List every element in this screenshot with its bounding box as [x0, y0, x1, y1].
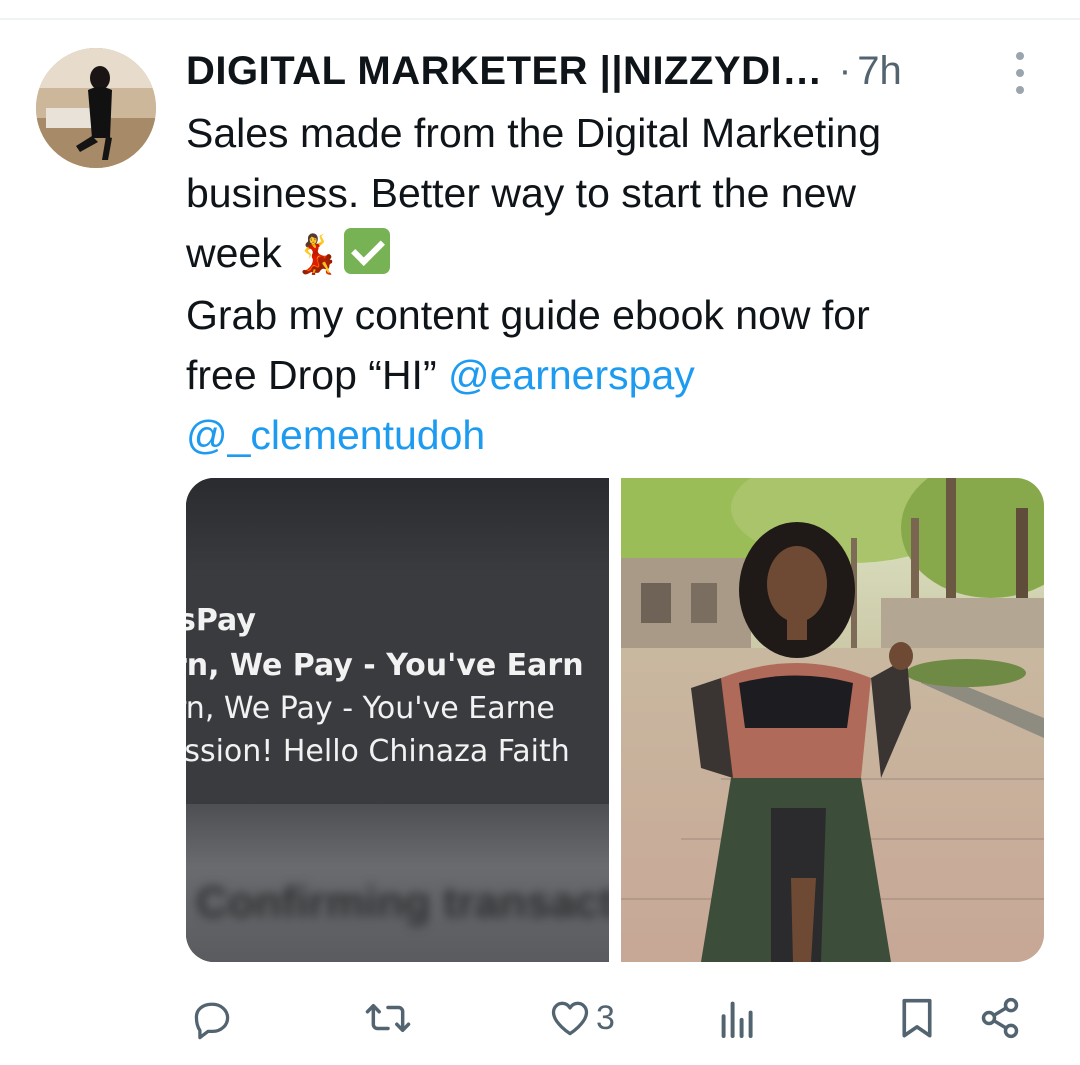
retweet-button[interactable] — [364, 988, 412, 1048]
reply-button[interactable] — [190, 988, 234, 1048]
header-separator: · — [838, 49, 852, 92]
views-icon — [721, 1001, 753, 1038]
bookmark-icon — [902, 998, 932, 1038]
check-mark-emoji-icon — [344, 228, 391, 274]
tweet-header: DIGITAL MARKETER ||NIZZYDI… · 7h — [186, 46, 986, 96]
tweet-timestamp[interactable]: 7h — [857, 49, 902, 94]
media-photo-image[interactable] — [621, 478, 1044, 962]
retweet-icon — [365, 1003, 411, 1033]
tweet-text-word: week — [186, 230, 294, 276]
media-screenshot-image[interactable]: Confirming transaction sPay rn, We Pay -… — [186, 478, 609, 962]
share-icon — [981, 997, 1019, 1039]
share-button[interactable] — [978, 988, 1022, 1048]
like-count: 3 — [596, 998, 615, 1037]
tweet-actions-bar: 3 — [0, 988, 1080, 1048]
media-grid: Confirming transaction sPay rn, We Pay -… — [186, 478, 1044, 962]
avatar[interactable] — [36, 48, 156, 168]
notification-body: rn, We Pay - You've Earne — [186, 691, 555, 726]
views-button[interactable] — [720, 988, 756, 1048]
reply-icon — [194, 1002, 230, 1040]
notification-title: rn, We Pay - You've Earn — [186, 648, 584, 683]
tweet-text-line: business. Better way to start the new — [186, 170, 856, 216]
more-options-icon[interactable] — [1005, 52, 1035, 94]
photo-woman-outdoors — [621, 478, 1044, 962]
notification-app-name: sPay — [186, 603, 256, 638]
dancer-emoji-icon: 💃 — [293, 234, 341, 276]
blurred-text: Confirming transaction — [196, 878, 609, 927]
mention-link[interactable]: @_clementudoh — [186, 412, 485, 458]
avatar-photo — [36, 48, 156, 168]
tweet-text-line: week 💃 — [186, 223, 1016, 285]
tweet-text-line: @_clementudoh — [186, 405, 1016, 465]
tweet-text-line: free Drop “HI” @earnerspay — [186, 345, 1016, 405]
mention-link[interactable]: @earnerspay — [448, 352, 695, 398]
heart-icon — [551, 1001, 589, 1036]
tweet-text-line: Sales made from the Digital Marketing — [186, 110, 882, 156]
bookmark-button[interactable] — [897, 988, 937, 1048]
like-button[interactable]: 3 — [548, 988, 615, 1048]
tweet-text-line: Grab my content guide ebook now for — [186, 292, 870, 338]
author-display-name[interactable]: DIGITAL MARKETER ||NIZZYDI… — [186, 49, 823, 94]
notification-body: ission! Hello Chinaza Faith — [186, 734, 570, 769]
tweet-text-segment: free Drop “HI” — [186, 352, 448, 398]
tweet-text: Sales made from the Digital Marketing bu… — [186, 103, 1016, 465]
top-divider — [0, 18, 1080, 20]
